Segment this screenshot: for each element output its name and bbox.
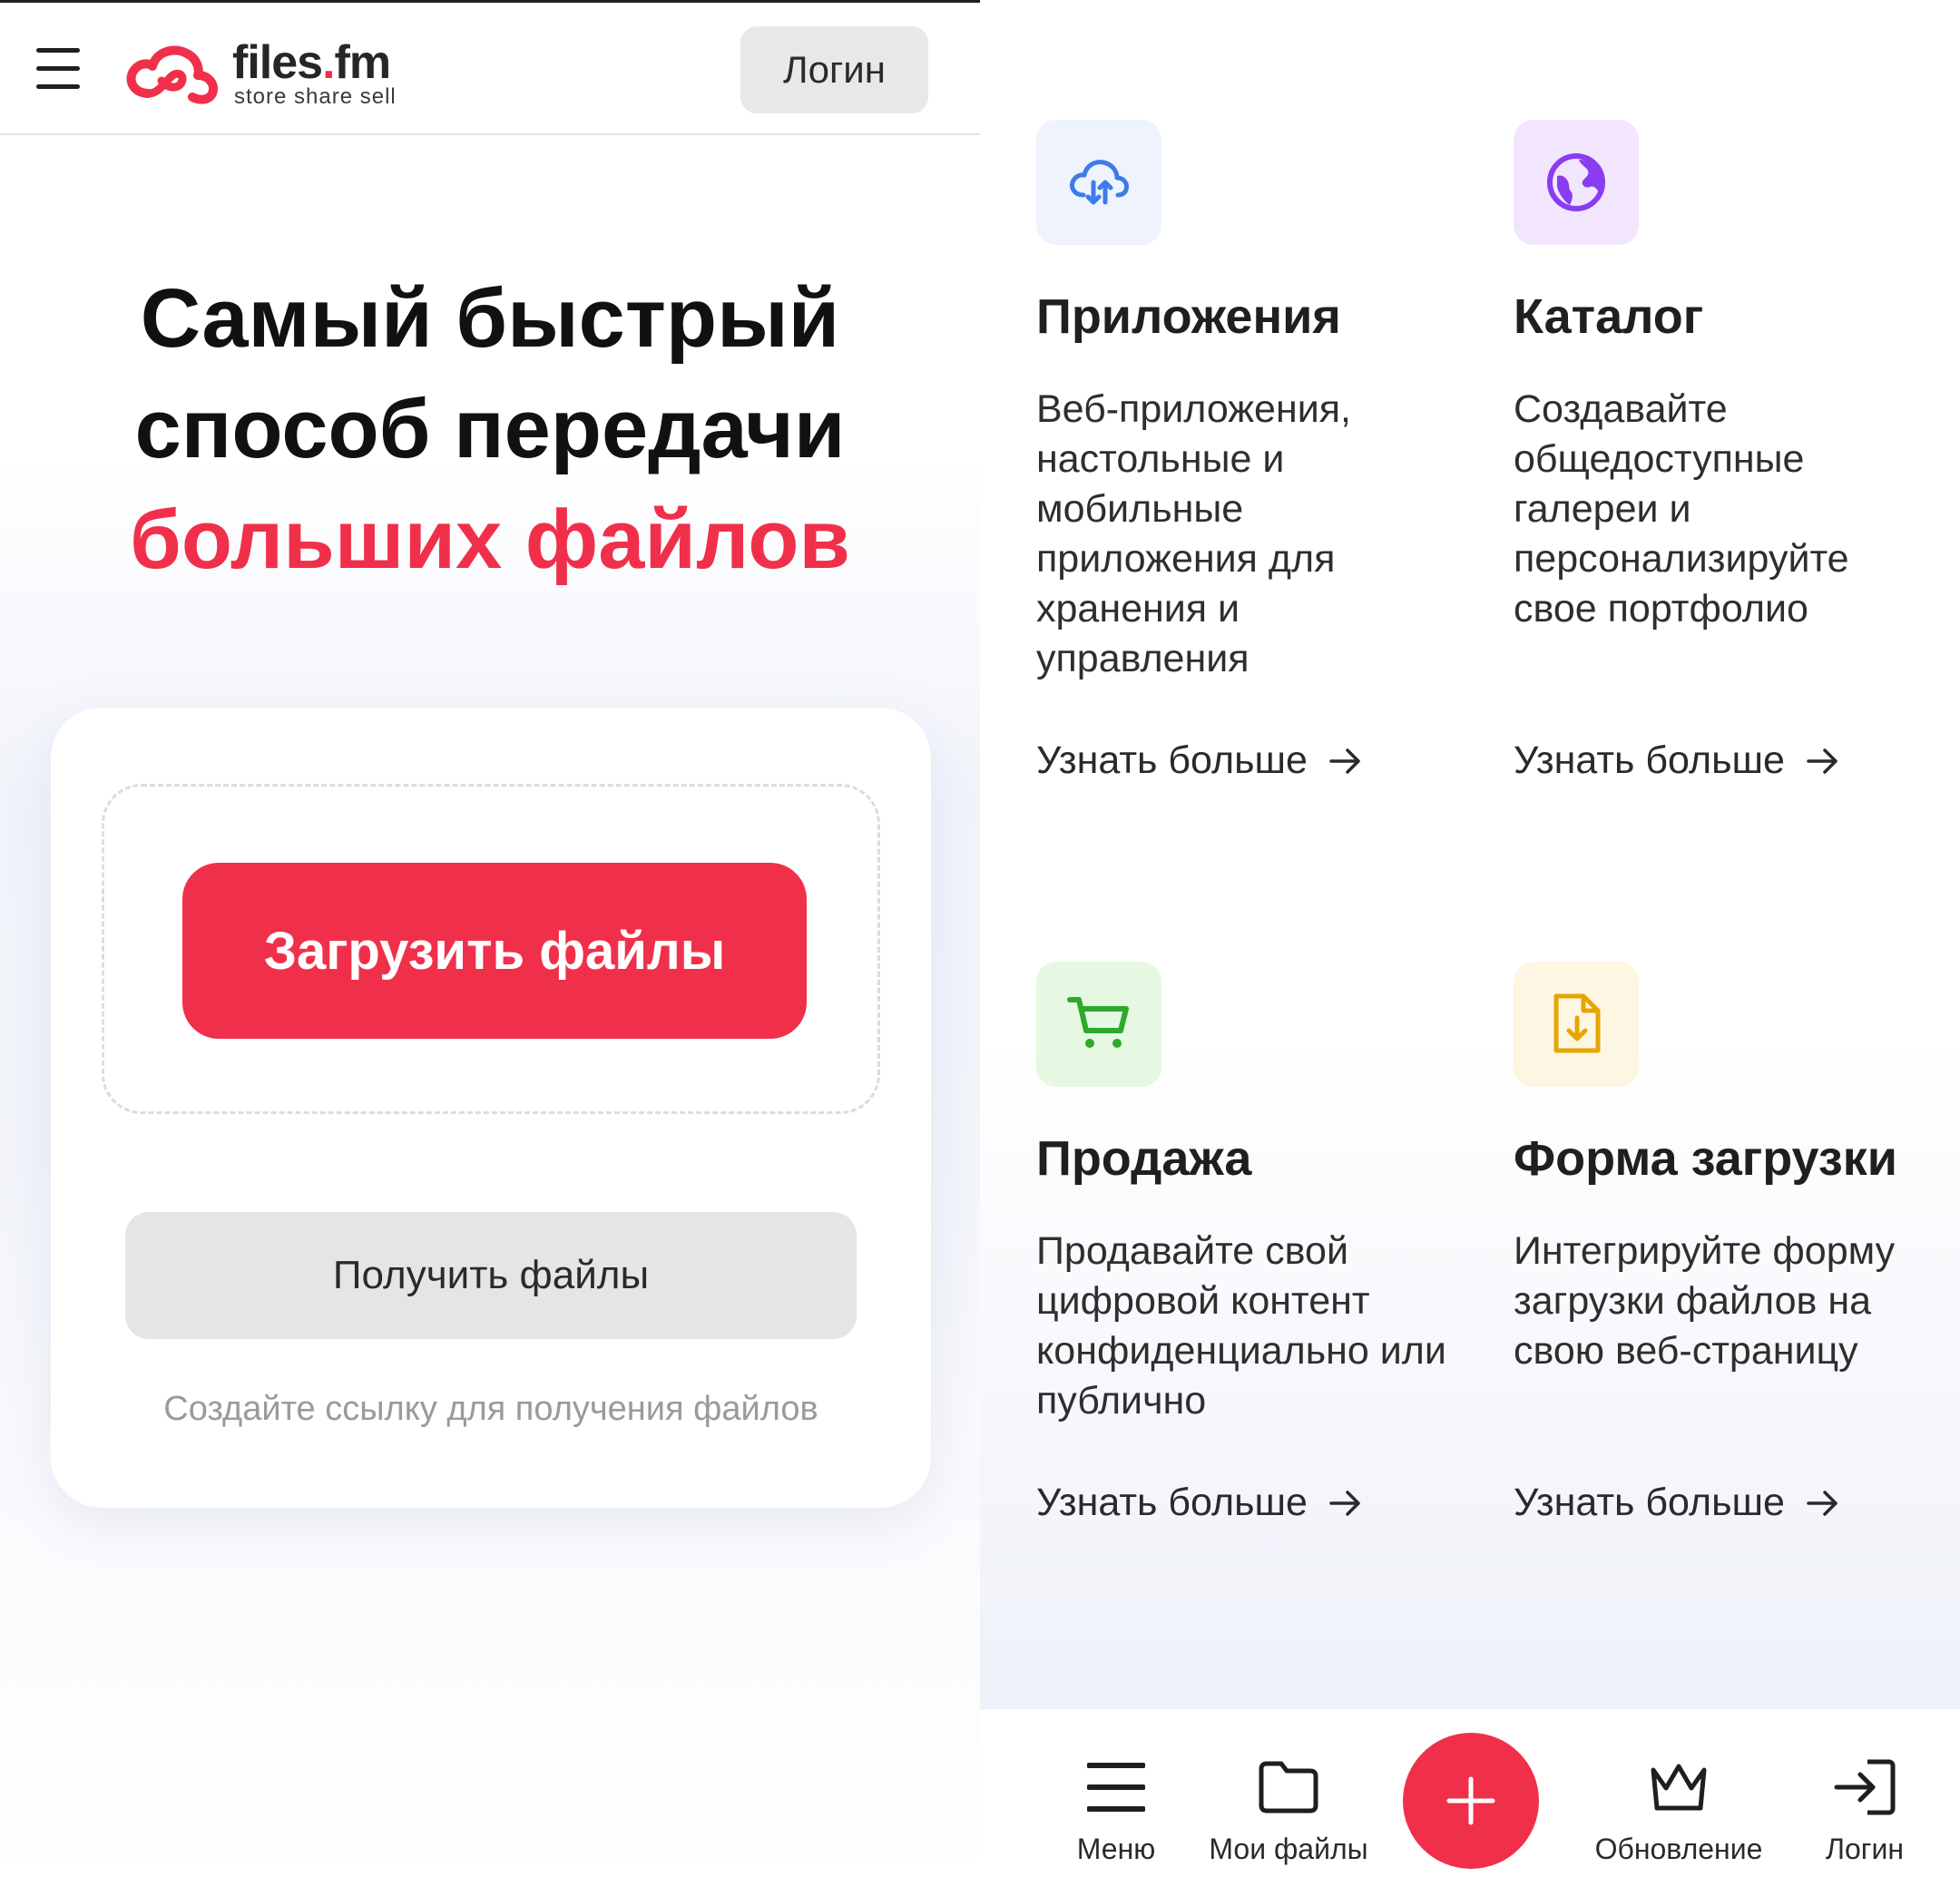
login-button[interactable]: Логин	[740, 26, 928, 113]
upload-card: Загрузить файлы Получить файлы Создайте …	[51, 708, 931, 1508]
bottom-navigation: Меню Мои файлы Обновление Логин	[980, 1709, 1960, 1887]
learn-more-link[interactable]: Узнать больше	[1036, 738, 1362, 783]
logo-tagline: store share sell	[234, 84, 397, 109]
learn-more-label: Узнать больше	[1036, 1481, 1308, 1524]
learn-more-link[interactable]: Узнать больше	[1514, 1481, 1839, 1525]
login-icon	[1833, 1755, 1896, 1820]
logo[interactable]: files.fm store share sell	[122, 36, 412, 110]
receive-hint: Создайте ссылку для получения файлов	[163, 1390, 818, 1428]
hero-title: Самый быстрый способ передачи больших фа…	[0, 263, 980, 595]
cloud-sync-icon	[1036, 120, 1161, 245]
arrow-right-icon	[1329, 1490, 1360, 1516]
drop-zone[interactable]: Загрузить файлы	[102, 784, 880, 1114]
header: files.fm store share sell Логин	[0, 3, 980, 135]
feature-title: Приложения	[1036, 289, 1341, 344]
nav-menu[interactable]: Меню	[1034, 1709, 1198, 1887]
nav-login[interactable]: Логин	[1797, 1709, 1933, 1887]
feature-title: Продажа	[1036, 1131, 1252, 1186]
plus-icon	[1446, 1776, 1495, 1825]
file-download-icon	[1514, 962, 1639, 1087]
add-upload-button[interactable]	[1403, 1733, 1539, 1869]
right-panel: Приложения Веб-приложения, настольные и …	[980, 0, 1960, 1887]
menu-icon	[1087, 1755, 1145, 1820]
receive-files-button[interactable]: Получить файлы	[125, 1212, 857, 1339]
nav-label: Мои файлы	[1209, 1833, 1368, 1865]
upload-files-button[interactable]: Загрузить файлы	[182, 863, 807, 1039]
nav-label: Меню	[1076, 1833, 1156, 1865]
arrow-right-icon	[1807, 748, 1838, 774]
logo-cloud-icon	[126, 45, 218, 104]
crown-icon	[1648, 1755, 1710, 1820]
learn-more-label: Узнать больше	[1514, 738, 1785, 782]
hamburger-menu-icon[interactable]	[36, 48, 82, 90]
folder-icon	[1258, 1755, 1319, 1820]
learn-more-label: Узнать больше	[1036, 738, 1308, 782]
hero-line-1: Самый быстрый	[140, 272, 840, 365]
learn-more-link[interactable]: Узнать больше	[1036, 1481, 1362, 1525]
feature-description: Интегрируйте форму загрузки файлов на св…	[1514, 1229, 1896, 1373]
hero-line-2: способ передачи	[134, 383, 846, 475]
nav-my-files[interactable]: Мои файлы	[1180, 1709, 1397, 1887]
feature-description: Продавайте свой цифровой контент конфиде…	[1036, 1229, 1446, 1423]
learn-more-label: Узнать больше	[1514, 1481, 1785, 1524]
learn-more-link[interactable]: Узнать больше	[1514, 738, 1839, 783]
feature-title: Форма загрузки	[1514, 1131, 1897, 1186]
globe-icon	[1514, 120, 1639, 245]
hero-line-accent: больших файлов	[130, 494, 850, 586]
nav-label: Обновление	[1594, 1833, 1763, 1865]
left-panel: files.fm store share sell Логин Самый бы…	[0, 0, 980, 1887]
nav-label: Логин	[1825, 1833, 1904, 1865]
arrow-right-icon	[1329, 748, 1360, 774]
feature-description: Создавайте общедоступные галереи и персо…	[1514, 387, 1849, 631]
logo-wordmark: files.fm	[232, 36, 391, 89]
feature-title: Каталог	[1514, 289, 1704, 344]
feature-description: Веб-приложения, настольные и мобильные п…	[1036, 387, 1351, 680]
nav-upgrade[interactable]: Обновление	[1570, 1709, 1788, 1887]
arrow-right-icon	[1807, 1490, 1838, 1516]
cart-icon	[1036, 962, 1161, 1087]
